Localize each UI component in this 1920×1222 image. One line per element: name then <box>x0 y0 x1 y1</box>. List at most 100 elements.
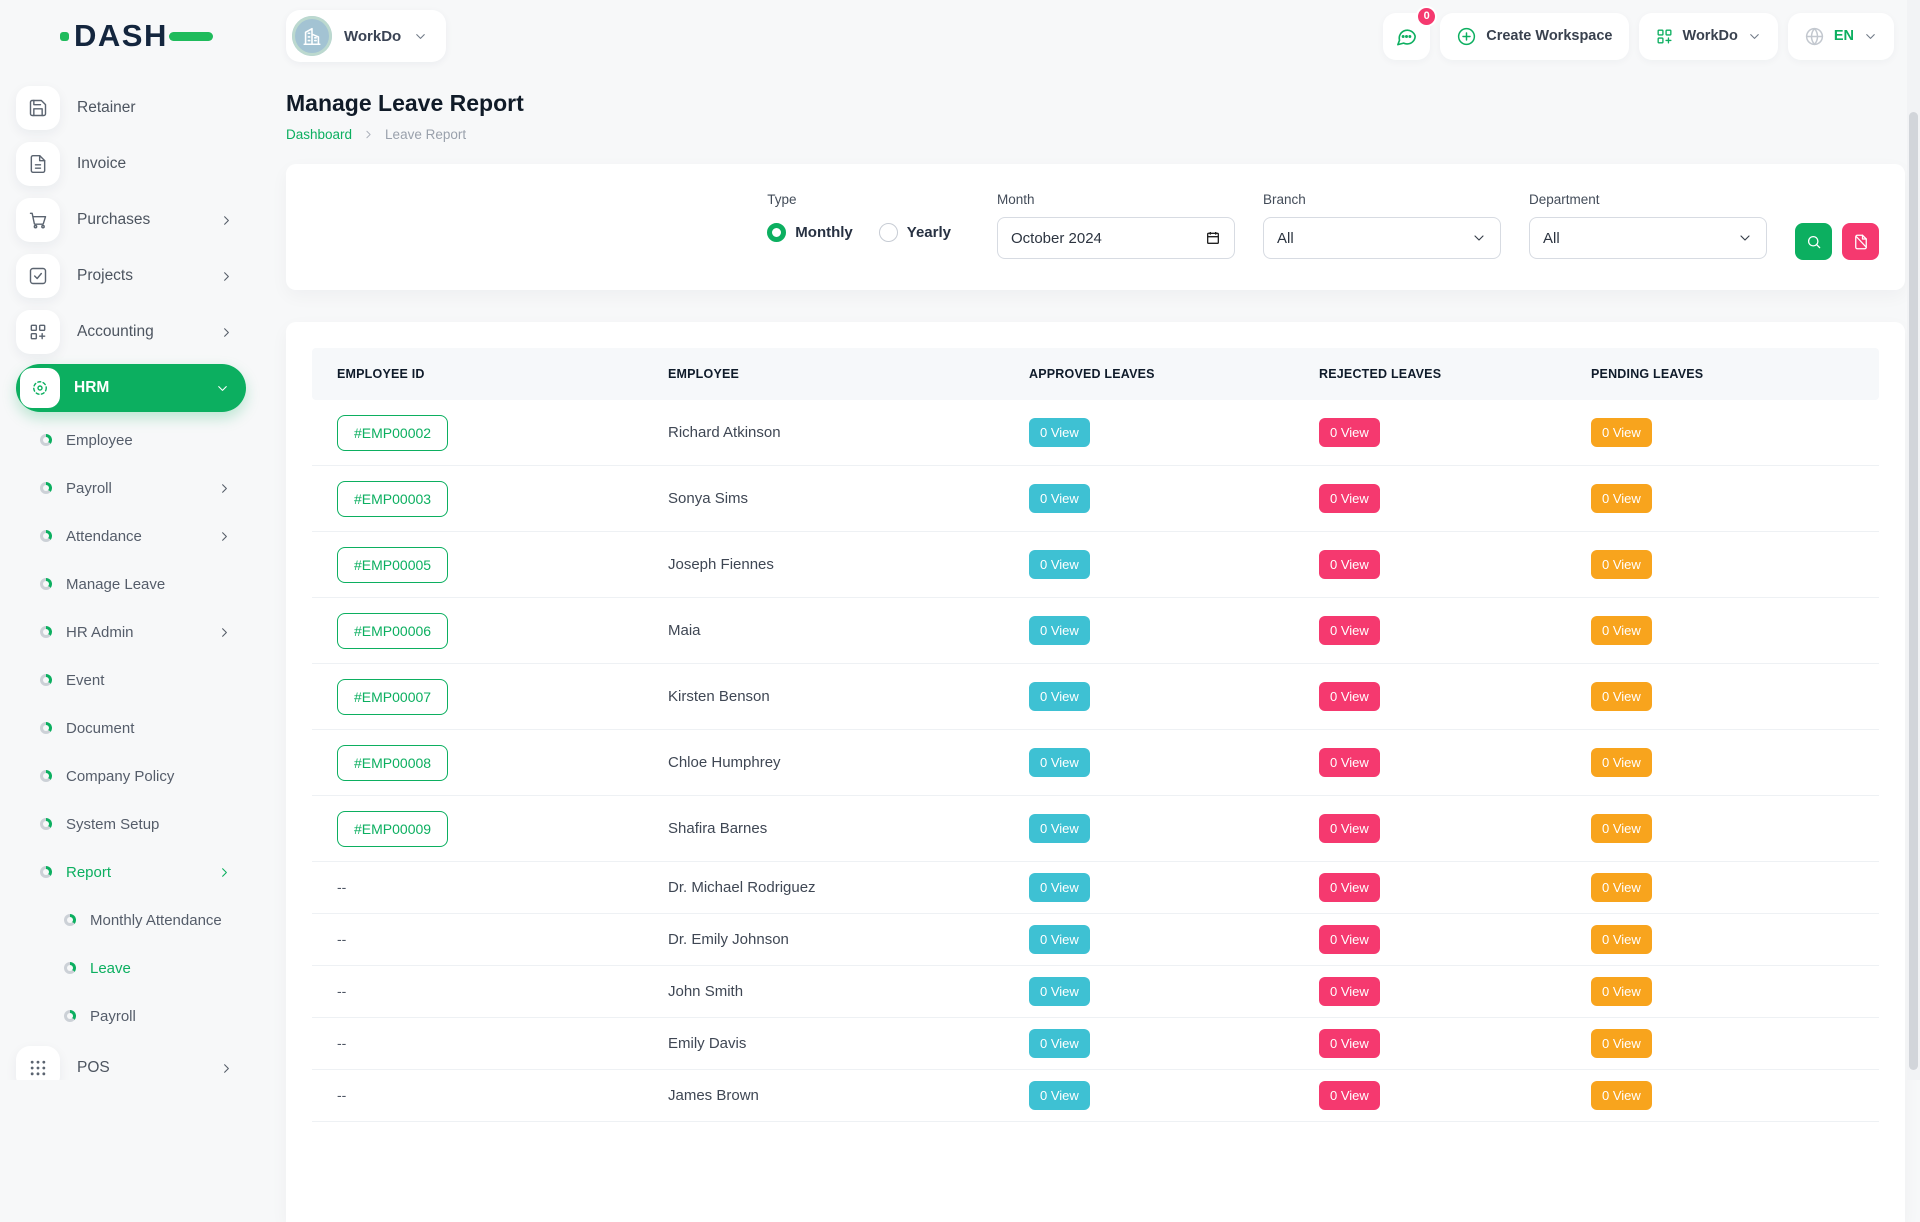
sidebar-item-label: Accounting <box>77 323 154 341</box>
breadcrumb-dashboard-link[interactable]: Dashboard <box>286 127 352 142</box>
sidebar-item-accounting[interactable]: Accounting <box>16 304 246 360</box>
approved-leaves-badge[interactable]: 0 View <box>1029 682 1090 711</box>
employee-id-button[interactable]: #EMP00006 <box>337 613 448 649</box>
sidebar-item-invoice[interactable]: Invoice <box>16 136 246 192</box>
page-scrollbar[interactable] <box>1907 0 1920 1080</box>
sidebar-item-projects[interactable]: Projects <box>16 248 246 304</box>
approved-leaves-badge[interactable]: 0 View <box>1029 1029 1090 1058</box>
sidebar-item-company-policy[interactable]: Company Policy <box>16 752 246 800</box>
sidebar-item-label: HR Admin <box>66 624 134 641</box>
rejected-leaves-badge[interactable]: 0 View <box>1319 1029 1380 1058</box>
approved-leaves-badge[interactable]: 0 View <box>1029 484 1090 513</box>
plus-circle-icon <box>1456 26 1477 47</box>
pending-leaves-badge[interactable]: 0 View <box>1591 925 1652 954</box>
file-icon <box>16 142 60 186</box>
language-selector[interactable]: EN <box>1788 13 1894 60</box>
scrollbar-thumb[interactable] <box>1909 112 1918 1070</box>
rejected-leaves-badge[interactable]: 0 View <box>1319 616 1380 645</box>
approved-leaves-badge[interactable]: 0 View <box>1029 616 1090 645</box>
approved-leaves-badge[interactable]: 0 View <box>1029 550 1090 579</box>
pending-leaves-badge[interactable]: 0 View <box>1591 873 1652 902</box>
pending-leaves-cell: 0 View <box>1566 418 1879 447</box>
department-select[interactable]: All <box>1529 217 1767 259</box>
workspace-selector[interactable]: WorkDo <box>286 10 446 62</box>
dots-grid-icon <box>16 1046 60 1080</box>
rejected-leaves-badge[interactable]: 0 View <box>1319 748 1380 777</box>
rejected-leaves-badge[interactable]: 0 View <box>1319 1081 1380 1110</box>
sidebar-item-report[interactable]: Report <box>16 848 246 896</box>
rejected-leaves-badge[interactable]: 0 View <box>1319 925 1380 954</box>
table-row: #EMP00006Maia0 View0 View0 View <box>312 598 1879 664</box>
employee-id-cell: -- <box>312 879 643 897</box>
employee-id-button[interactable]: #EMP00007 <box>337 679 448 715</box>
sidebar-item-attendance[interactable]: Attendance <box>16 512 246 560</box>
language-label: EN <box>1834 28 1854 44</box>
radio-label: Yearly <box>907 224 951 241</box>
employee-id-button[interactable]: #EMP00002 <box>337 415 448 451</box>
reset-filter-button[interactable] <box>1842 223 1879 260</box>
sidebar-item-system-setup[interactable]: System Setup <box>16 800 246 848</box>
chevron-down-icon <box>1737 230 1753 246</box>
sidebar-item-purchases[interactable]: Purchases <box>16 192 246 248</box>
messages-button[interactable]: 0 <box>1383 13 1430 60</box>
sidebar-item-manage-leave[interactable]: Manage Leave <box>16 560 246 608</box>
sidebar-item-employee[interactable]: Employee <box>16 416 246 464</box>
rejected-leaves-badge[interactable]: 0 View <box>1319 682 1380 711</box>
employee-id-cell: #EMP00007 <box>312 679 643 715</box>
column-header-employee: EMPLOYEE <box>643 367 1004 381</box>
sidebar-item-retainer[interactable]: Retainer <box>16 80 246 136</box>
month-input[interactable]: October 2024 <box>997 217 1235 259</box>
employee-id-button[interactable]: #EMP00008 <box>337 745 448 781</box>
rejected-leaves-badge[interactable]: 0 View <box>1319 977 1380 1006</box>
employee-name-cell: Chloe Humphrey <box>643 754 1004 772</box>
search-button[interactable] <box>1795 223 1832 260</box>
employee-id-button[interactable]: #EMP00009 <box>337 811 448 847</box>
approved-leaves-badge[interactable]: 0 View <box>1029 418 1090 447</box>
approved-leaves-badge[interactable]: 0 View <box>1029 1081 1090 1110</box>
rejected-leaves-badge[interactable]: 0 View <box>1319 873 1380 902</box>
employee-id-button[interactable]: #EMP00003 <box>337 481 448 517</box>
radio-option-monthly[interactable]: Monthly <box>767 223 853 242</box>
table-row: #EMP00007 Kirsten Benson 0 View 0 View 0 Vie… <box>312 664 1879 730</box>
pending-leaves-badge[interactable]: 0 View <box>1591 1029 1652 1058</box>
sidebar-item-leave[interactable]: Leave <box>16 944 246 992</box>
branch-select[interactable]: All <box>1263 217 1501 259</box>
sidebar-item-event[interactable]: Event <box>16 656 246 704</box>
approved-leaves-badge[interactable]: 0 View <box>1029 977 1090 1006</box>
sidebar-item-pos[interactable]: POS <box>16 1040 246 1080</box>
radio-option-yearly[interactable]: Yearly <box>879 223 951 242</box>
pending-leaves-badge[interactable]: 0 View <box>1591 484 1652 513</box>
approved-leaves-badge[interactable]: 0 View <box>1029 925 1090 954</box>
approved-leaves-badge[interactable]: 0 View <box>1029 748 1090 777</box>
approved-leaves-badge[interactable]: 0 View <box>1029 873 1090 902</box>
employee-name-cell: Kirsten Benson <box>643 688 1004 706</box>
pending-leaves-badge[interactable]: 0 View <box>1591 550 1652 579</box>
sidebar-item-document[interactable]: Document <box>16 704 246 752</box>
pending-leaves-badge[interactable]: 0 View <box>1591 1081 1652 1110</box>
rejected-leaves-badge[interactable]: 0 View <box>1319 418 1380 447</box>
employee-id-button[interactable]: #EMP00005 <box>337 547 448 583</box>
create-workspace-button[interactable]: Create Workspace <box>1440 13 1628 60</box>
employee-name: Dr. Emily Johnson <box>668 931 789 948</box>
pending-leaves-badge[interactable]: 0 View <box>1591 418 1652 447</box>
sidebar-item-monthly-attendance[interactable]: Monthly Attendance <box>16 896 246 944</box>
pending-leaves-badge[interactable]: 0 View <box>1591 616 1652 645</box>
pending-leaves-cell: 0 View <box>1566 748 1879 777</box>
employee-name: James Brown <box>668 1087 759 1104</box>
approved-leaves-cell: 0 View <box>1004 748 1294 777</box>
rejected-leaves-badge[interactable]: 0 View <box>1319 814 1380 843</box>
pending-leaves-badge[interactable]: 0 View <box>1591 748 1652 777</box>
type-radio-group: Monthly Yearly <box>767 223 951 242</box>
sidebar-item-hrm[interactable]: HRM <box>16 364 246 412</box>
sidebar-item-payroll[interactable]: Payroll <box>16 464 246 512</box>
rejected-leaves-badge[interactable]: 0 View <box>1319 550 1380 579</box>
pending-leaves-badge[interactable]: 0 View <box>1591 814 1652 843</box>
pending-leaves-badge[interactable]: 0 View <box>1591 682 1652 711</box>
rejected-leaves-badge[interactable]: 0 View <box>1319 484 1380 513</box>
pending-leaves-badge[interactable]: 0 View <box>1591 977 1652 1006</box>
workdo-menu-button[interactable]: WorkDo <box>1639 13 1778 60</box>
approved-leaves-badge[interactable]: 0 View <box>1029 814 1090 843</box>
sidebar-item-hr-admin[interactable]: HR Admin <box>16 608 246 656</box>
sidebar-item-payroll[interactable]: Payroll <box>16 992 246 1040</box>
employee-name: Chloe Humphrey <box>668 754 781 771</box>
